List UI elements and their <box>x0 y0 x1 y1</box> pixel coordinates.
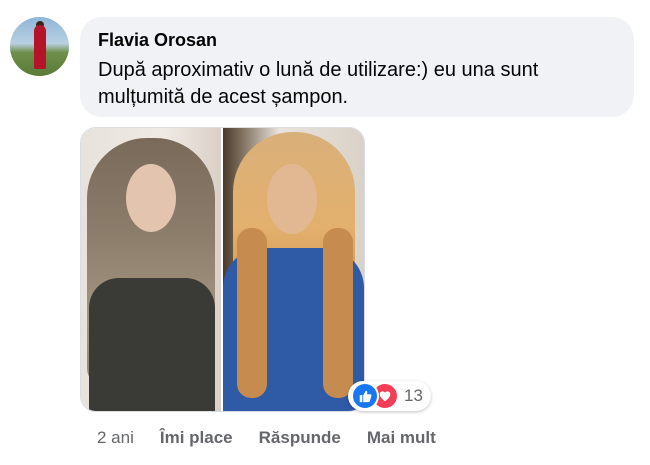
photo-before <box>81 128 221 411</box>
reactions-summary[interactable]: 13 <box>348 381 431 411</box>
hair-strand <box>237 228 267 398</box>
reply-button[interactable]: Răspunde <box>259 428 341 448</box>
comment-photo[interactable] <box>80 127 365 412</box>
photo-after <box>223 128 364 411</box>
timestamp[interactable]: 2 ani <box>97 428 134 448</box>
more-button[interactable]: Mai mult <box>367 428 436 448</box>
face-shape <box>267 164 317 234</box>
comment-actions: 2 ani Îmi place Răspunde Mai mult <box>97 428 462 448</box>
body-shape <box>89 278 215 411</box>
comment-container: Flavia Orosan După aproximativ o lună de… <box>0 0 650 465</box>
hair-strand <box>323 228 353 398</box>
author-name[interactable]: Flavia Orosan <box>98 29 616 51</box>
comment-text: După aproximativ o lună de utilizare:) e… <box>98 59 539 108</box>
comment-bubble: Flavia Orosan După aproximativ o lună de… <box>80 17 634 117</box>
face-shape <box>126 164 176 232</box>
avatar[interactable] <box>10 17 69 76</box>
thumbs-up-icon <box>351 382 379 410</box>
like-button[interactable]: Îmi place <box>160 428 233 448</box>
avatar-figure <box>34 25 46 69</box>
reaction-count: 13 <box>404 386 423 405</box>
